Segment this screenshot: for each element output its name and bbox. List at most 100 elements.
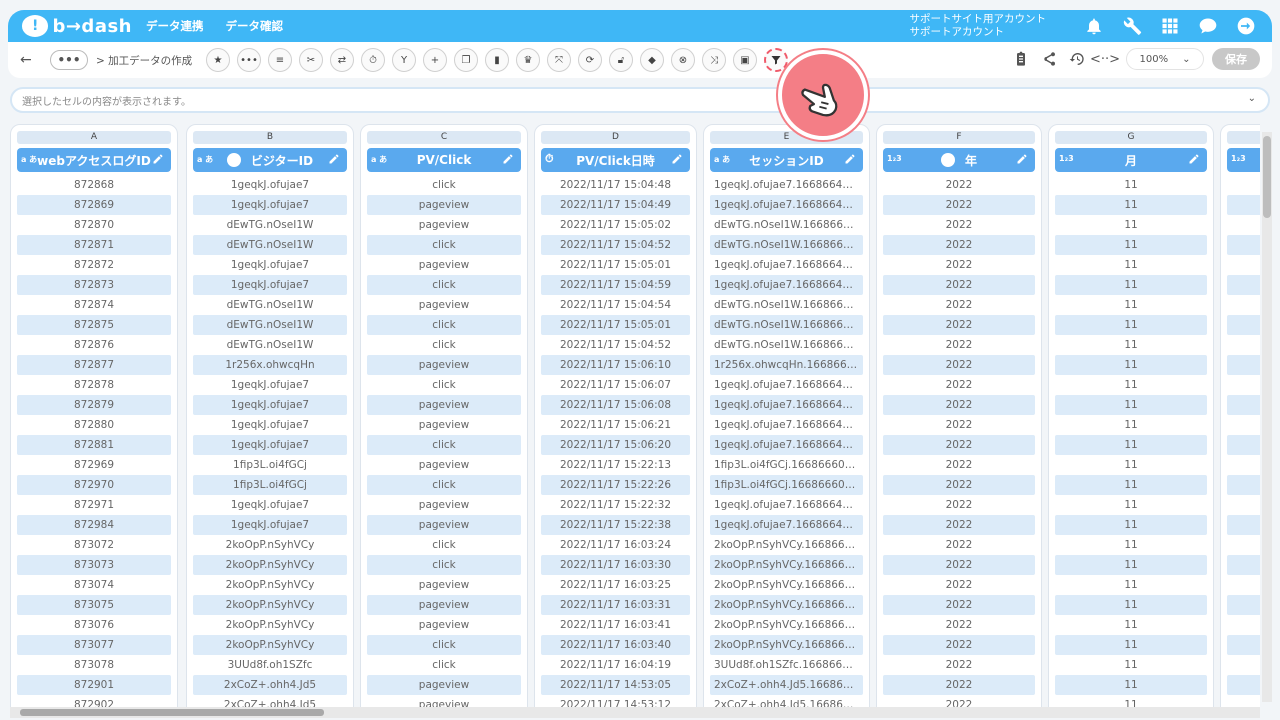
table-cell[interactable]: 2022/11/17 15:04:49	[541, 195, 690, 215]
table-cell[interactable]: pageview	[367, 675, 521, 695]
table-cell[interactable]: 2022/11/17 15:06:10	[541, 355, 690, 375]
table-cell[interactable]: 11	[1055, 315, 1207, 335]
table-cell[interactable]: 1geqkJ.ofujae7	[193, 375, 347, 395]
column-header[interactable]: 1₂3 年	[883, 148, 1035, 172]
table-cell[interactable]	[1227, 415, 1260, 435]
table-cell[interactable]: 872971	[17, 495, 171, 515]
table-cell[interactable]: 2koOpP.nSyhVCy.166866860...	[710, 635, 863, 655]
table-cell[interactable]: 2022/11/17 16:03:41	[541, 615, 690, 635]
table-cell[interactable]: 872872	[17, 255, 171, 275]
table-cell[interactable]: 2022	[883, 615, 1035, 635]
table-cell[interactable]: 2koOpP.nSyhVCy	[193, 535, 347, 555]
table-cell[interactable]: 2022/11/17 15:05:02	[541, 215, 690, 235]
table-cell[interactable]: 1geqkJ.ofujae7	[193, 195, 347, 215]
table-cell[interactable]: 2022	[883, 515, 1035, 535]
star-icon[interactable]: ★	[206, 48, 230, 72]
nav-data-check[interactable]: データ確認	[226, 18, 284, 34]
table-cell[interactable]	[1227, 295, 1260, 315]
table-cell[interactable]: 872969	[17, 455, 171, 475]
table-cell[interactable]	[1227, 535, 1260, 555]
table-cell[interactable]: 1geqkJ.ofujae7	[193, 255, 347, 275]
table-cell[interactable]: 1geqkJ.ofujae7	[193, 175, 347, 195]
table-cell[interactable]: pageview	[367, 575, 521, 595]
table-cell[interactable]: 2022	[883, 215, 1035, 235]
table-cell[interactable]	[1227, 655, 1260, 675]
table-cell[interactable]: click	[367, 375, 521, 395]
table-cell[interactable]: 11	[1055, 455, 1207, 475]
table-cell[interactable]: 1geqkJ.ofujae7.1668664214...	[710, 395, 863, 415]
table-cell[interactable]: 2022	[883, 555, 1035, 575]
table-cell[interactable]: 11	[1055, 295, 1207, 315]
table-cell[interactable]	[1227, 675, 1260, 695]
edit-pencil-icon[interactable]	[328, 153, 342, 167]
table-cell[interactable]: 2022	[883, 275, 1035, 295]
table-cell[interactable]: 2koOpP.nSyhVCy.166866860...	[710, 615, 863, 635]
table-cell[interactable]: 2022	[883, 355, 1035, 375]
table-cell[interactable]: 11	[1055, 415, 1207, 435]
table-cell[interactable]: 3UUd8f.oh1SZfc.166866818...	[710, 655, 863, 675]
zoom-select[interactable]: 100% ⌄	[1126, 48, 1204, 70]
table-cell[interactable]: 11	[1055, 235, 1207, 255]
table-cell[interactable]: 1fip3L.oi4fGCj	[193, 475, 347, 495]
table-cell[interactable]: 1geqkJ.ofujae7	[193, 275, 347, 295]
table-cell[interactable]: 2022/11/17 15:04:52	[541, 235, 690, 255]
table-cell[interactable]: 872901	[17, 675, 171, 695]
table-cell[interactable]: 2022/11/17 15:05:01	[541, 315, 690, 335]
support-chat-icon[interactable]	[1196, 14, 1220, 38]
table-cell[interactable]	[1227, 435, 1260, 455]
column-header[interactable]: ⏱ PV/Click日時	[541, 148, 690, 172]
merge-icon[interactable]: Y	[392, 48, 416, 72]
wrench-icon[interactable]	[1120, 14, 1144, 38]
table-cell[interactable]: 11	[1055, 435, 1207, 455]
table-cell[interactable]: 2022	[883, 255, 1035, 275]
table-cell[interactable]	[1227, 595, 1260, 615]
table-cell[interactable]: 2022	[883, 195, 1035, 215]
table-cell[interactable]: 2022/11/17 16:03:25	[541, 575, 690, 595]
table-cell[interactable]: 2022	[883, 335, 1035, 355]
table-cell[interactable]: 873076	[17, 615, 171, 635]
code-icon[interactable]: <··>	[1090, 48, 1120, 70]
table-cell[interactable]: 2022	[883, 495, 1035, 515]
table-cell[interactable]: 2022	[883, 575, 1035, 595]
table-cell[interactable]: 872984	[17, 515, 171, 535]
table-cell[interactable]: 1geqkJ.ofujae7.1668664214...	[710, 435, 863, 455]
table-cell[interactable]: click	[367, 435, 521, 455]
column-header[interactable]: a あ PV/Click	[367, 148, 521, 172]
table-cell[interactable]	[1227, 315, 1260, 335]
table-cell[interactable]: 2022/11/17 16:04:19	[541, 655, 690, 675]
table-cell[interactable]: 872970	[17, 475, 171, 495]
column-letter[interactable]: F	[883, 131, 1035, 144]
table-cell[interactable]: 2022	[883, 415, 1035, 435]
horizontal-scroll-thumb[interactable]	[20, 709, 324, 716]
table-cell[interactable]: pageview	[367, 395, 521, 415]
table-cell[interactable]: 11	[1055, 255, 1207, 275]
table-cell[interactable]: 11	[1055, 275, 1207, 295]
list-icon[interactable]: ≡	[268, 48, 292, 72]
table-cell[interactable]	[1227, 255, 1260, 275]
table-cell[interactable]: 1geqkJ.ofujae7.1668664214...	[710, 375, 863, 395]
table-cell[interactable]: 1geqkJ.ofujae7.1668664214...	[710, 195, 863, 215]
timer-icon[interactable]: ⏱	[361, 48, 385, 72]
table-cell[interactable]: 2022	[883, 235, 1035, 255]
table-cell[interactable]	[1227, 235, 1260, 255]
share-icon[interactable]	[1038, 48, 1060, 70]
filter-icon[interactable]	[764, 48, 788, 72]
add-icon[interactable]: +	[423, 48, 447, 72]
table-cell[interactable]: 11	[1055, 175, 1207, 195]
table-cell[interactable]: pageview	[367, 515, 521, 535]
table-cell[interactable]: 11	[1055, 335, 1207, 355]
table-cell[interactable]: 2022	[883, 635, 1035, 655]
table-cell[interactable]: 2022	[883, 295, 1035, 315]
edit-pencil-icon[interactable]	[152, 153, 166, 167]
table-cell[interactable]: 1geqkJ.ofujae7	[193, 495, 347, 515]
table-cell[interactable]: 2xCoZ+.ohh4.Jd5	[193, 675, 347, 695]
table-cell[interactable]: 1geqkJ.ofujae7.1668664214...	[710, 495, 863, 515]
table-cell[interactable]: 1geqkJ.ofujae7.1668664214...	[710, 275, 863, 295]
table-cell[interactable]: 873077	[17, 635, 171, 655]
table-cell[interactable]: 2koOpP.nSyhVCy.166866502...	[710, 535, 863, 555]
table-cell[interactable]: 2022/11/17 15:04:48	[541, 175, 690, 195]
table-cell[interactable]: 2022	[883, 315, 1035, 335]
table-cell[interactable]: click	[367, 315, 521, 335]
table-cell[interactable]: 1geqkJ.ofujae7	[193, 415, 347, 435]
scissors-icon[interactable]: ✂	[299, 48, 323, 72]
